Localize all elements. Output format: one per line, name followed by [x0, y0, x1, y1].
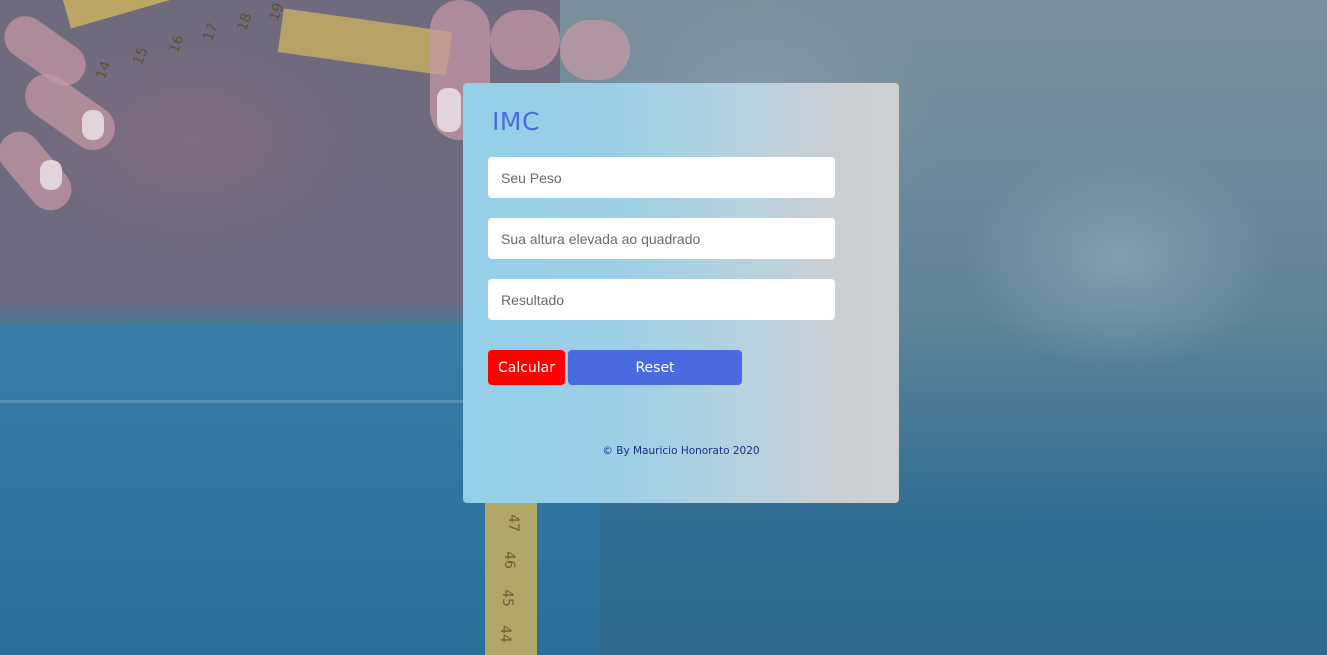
measuring-tape-top-overlap — [277, 8, 453, 76]
fingernail — [40, 160, 62, 190]
footer-credit: © By Mauricio Honorato 2020 — [602, 445, 760, 457]
imc-card: IMC Calcular Reset © By Mauricio Honorat… — [463, 83, 899, 503]
weight-input[interactable] — [488, 157, 835, 198]
tape-number: 46 — [500, 551, 517, 569]
calculate-button[interactable]: Calcular — [488, 350, 565, 385]
tape-number: 45 — [498, 589, 515, 607]
reset-button[interactable]: Reset — [568, 350, 742, 385]
tape-number: 18 — [234, 10, 256, 34]
result-field[interactable] — [488, 279, 835, 320]
height-squared-input[interactable] — [488, 218, 835, 259]
tape-number: 15 — [130, 44, 152, 68]
tape-number: 17 — [200, 20, 222, 44]
finger — [490, 10, 560, 70]
tape-number: 47 — [504, 514, 521, 532]
fingernail — [82, 110, 104, 140]
page-title: IMC — [492, 107, 540, 136]
tape-number: 44 — [496, 625, 513, 643]
fingernail — [437, 88, 461, 132]
tape-number: 14 — [93, 58, 115, 82]
tape-number: 16 — [166, 32, 188, 56]
finger — [560, 20, 630, 80]
